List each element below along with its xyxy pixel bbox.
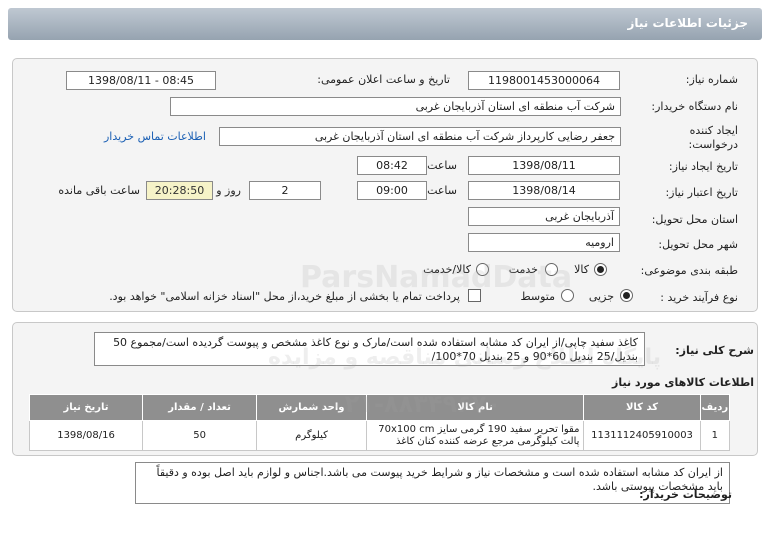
cell-quantity: 50 (142, 420, 258, 451)
summary-text: کاغذ سفید چاپی/از ایران کد مشابه استفاده… (94, 332, 645, 366)
process-option-medium: متوسط (520, 290, 555, 303)
create-time-field[interactable]: 08:42 (357, 156, 427, 175)
cell-row: 1 (699, 420, 731, 451)
validity-date-label: تاریخ اعتبار نیاز: (665, 186, 738, 199)
table-row[interactable]: 1 1131112405910003 مقوا تحریر سفید 190 گ… (28, 420, 731, 451)
creator-field[interactable]: جعفر رضایی کارپرداز شرکت آب منطقه ای است… (219, 127, 621, 146)
category-radio-goods-service[interactable] (476, 263, 489, 276)
col-need-date: تاریخ نیاز (28, 394, 144, 421)
create-time-label: ساعت (427, 159, 457, 172)
items-title: اطلاعات کالاهای مورد نیاز (612, 376, 754, 389)
validity-time-label: ساعت (427, 184, 457, 197)
process-radio-medium[interactable] (561, 289, 574, 302)
buyer-contact-link[interactable]: اطلاعات تماس خریدار (104, 130, 206, 143)
process-option-minor: جزیی (588, 290, 614, 303)
items-table: ردیف کد کالا نام کالا واحد شمارش تعداد /… (28, 394, 731, 451)
buyer-org-field[interactable]: شرکت آب منطقه ای استان آذربایجان غربی (170, 97, 621, 116)
buyer-notes-label: توضیحات خریدار: (639, 488, 732, 501)
need-number-label: شماره نیاز: (685, 73, 738, 86)
items-table-header: ردیف کد کالا نام کالا واحد شمارش تعداد /… (28, 394, 731, 421)
treasury-payment-note: پرداخت تمام یا بخشی از مبلغ خرید،از محل … (109, 290, 460, 303)
validity-time-field[interactable]: 09:00 (357, 181, 427, 200)
header-bar: جزئیات اطلاعات نیاز (8, 8, 762, 40)
cell-unit: کیلوگرم (256, 420, 367, 451)
col-row: ردیف (699, 394, 731, 421)
category-option-goods: کالا (574, 263, 589, 276)
page-title: جزئیات اطلاعات نیاز (627, 16, 748, 30)
create-date-field[interactable]: 1398/08/11 (468, 156, 620, 175)
announce-date-field[interactable]: 1398/08/11 - 08:45 (66, 71, 216, 90)
category-option-goods-service: کالا/خدمت (423, 263, 471, 276)
province-label: استان محل تحویل: (651, 213, 738, 226)
page-header: جزئیات اطلاعات نیاز (0, 0, 770, 44)
treasury-payment-checkbox[interactable] (468, 289, 481, 302)
creator-label-line2: درخواست: (688, 138, 738, 151)
summary-label: شرح کلی نیاز: (675, 344, 754, 357)
cell-need-date: 1398/08/16 (28, 420, 144, 451)
days-label: روز و (216, 184, 241, 197)
category-option-service: خدمت (508, 263, 538, 276)
create-date-label: تاریخ ایجاد نیاز: (668, 160, 738, 173)
buyer-org-label: نام دستگاه خریدار: (651, 100, 738, 113)
category-radio-goods[interactable] (594, 263, 607, 276)
cell-code: 1131112405910003 (583, 420, 701, 451)
validity-date-field[interactable]: 1398/08/14 (468, 181, 620, 200)
time-remaining-field: 20:28:50 (146, 181, 213, 200)
process-radio-minor[interactable] (620, 289, 633, 302)
col-code: کد کالا (583, 394, 701, 421)
col-name: نام کالا (365, 394, 585, 421)
time-remaining-label: ساعت باقی مانده (58, 184, 140, 197)
col-quantity: تعداد / مقدار (142, 394, 258, 421)
city-label: شهر محل تحویل: (658, 238, 738, 251)
need-number-field[interactable]: 1198001453000064 (468, 71, 620, 90)
creator-label-line1: ایجاد کننده (689, 124, 738, 137)
col-unit: واحد شمارش (256, 394, 367, 421)
category-label: طبقه بندی موضوعی: (640, 264, 738, 277)
days-remaining-field[interactable]: 2 (249, 181, 321, 200)
province-field[interactable]: آذربایجان غربی (468, 207, 620, 226)
announce-date-label: تاریخ و ساعت اعلان عمومی: (317, 73, 450, 86)
process-label: نوع فرآیند خرید : (660, 291, 738, 304)
cell-name: مقوا تحریر سفید 190 گرمی سایز 70x100 cm … (365, 420, 585, 451)
city-field[interactable]: ارومیه (468, 233, 620, 252)
category-radio-service[interactable] (545, 263, 558, 276)
